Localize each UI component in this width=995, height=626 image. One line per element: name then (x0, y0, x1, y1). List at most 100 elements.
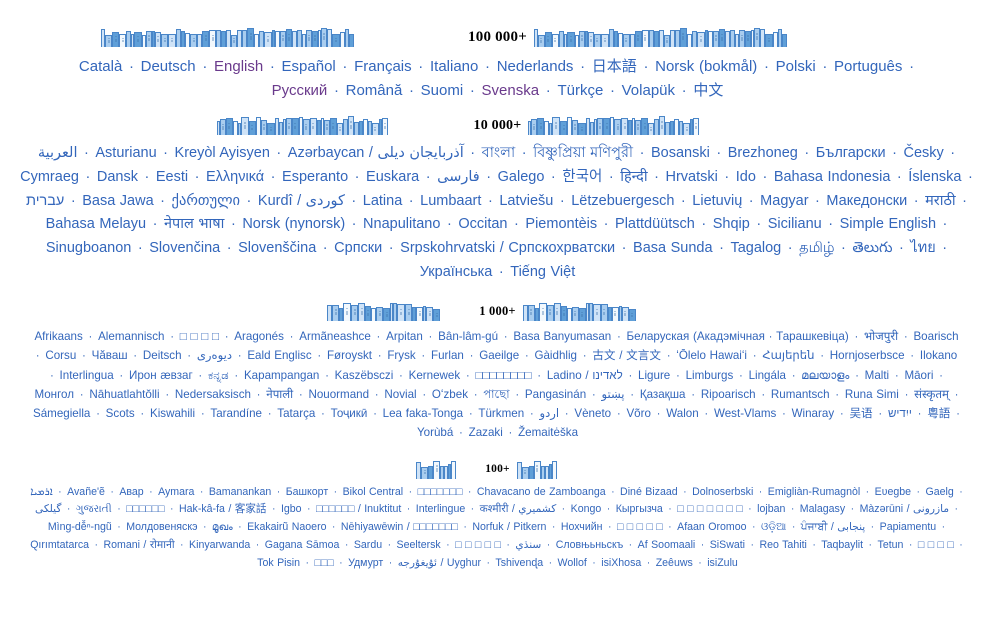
language-link[interactable]: Nēhiyawēwin / □□□□□□□ (341, 521, 458, 533)
language-link[interactable]: Italiano (430, 58, 478, 75)
language-link[interactable]: Yorùbá (417, 426, 453, 439)
language-link[interactable]: Chavacano de Zamboanga (477, 486, 606, 498)
language-link[interactable]: Igbo (281, 503, 302, 515)
language-link[interactable]: isiXhosa (601, 557, 641, 569)
language-link[interactable]: Vèneto (574, 407, 611, 420)
language-link[interactable]: West-Vlams (714, 407, 776, 420)
language-link[interactable]: Emigliàn-Rumagnòl (768, 486, 860, 498)
language-link[interactable]: Türkmen (478, 407, 524, 420)
language-link[interactable]: Ελληνικά (206, 169, 264, 185)
language-link[interactable]: العربية (38, 145, 78, 161)
language-link[interactable]: বাংলা (482, 145, 516, 161)
language-link[interactable]: Gaeilge (479, 349, 519, 362)
language-link[interactable]: Тоҷикӣ (331, 407, 368, 420)
language-link[interactable]: Kapampangan (244, 369, 319, 382)
language-link[interactable]: Svenska (482, 82, 540, 99)
language-link[interactable]: Bahasa Indonesia (774, 169, 891, 185)
language-link[interactable]: Võro (626, 407, 651, 420)
language-link[interactable]: Srpskohrvatski / Српскохрватски (400, 240, 615, 256)
language-link[interactable]: Български (816, 145, 886, 161)
language-link[interactable]: 日本語 (592, 58, 637, 75)
language-link[interactable]: Boarisch (913, 330, 958, 343)
language-link[interactable]: Español (282, 58, 336, 75)
language-link[interactable]: □ □ □ □ □ □ □ (677, 503, 742, 515)
language-link[interactable]: Euskara (366, 169, 419, 185)
language-link[interactable]: Ekakairũ Naoero (247, 521, 326, 533)
language-link[interactable]: Armãneashce (299, 330, 371, 343)
language-link[interactable]: Afaan Oromoo (677, 521, 746, 533)
language-link[interactable]: Hak-kâ-fa / 客家話 (179, 503, 267, 515)
language-link[interactable]: Limburgs (686, 369, 734, 382)
language-link[interactable]: Հայերեն (762, 349, 814, 362)
language-link[interactable]: Màzərūni / مازرونی (860, 503, 949, 515)
language-link[interactable]: தமிழ் (799, 240, 834, 256)
language-link[interactable]: Azərbaycan / آذربایجان دیلی (288, 145, 464, 161)
language-link[interactable]: नेपाल भाषा (164, 216, 224, 232)
language-link[interactable]: Cymraeg (20, 169, 79, 185)
language-link[interactable]: Ladino / לאדינו (547, 369, 623, 382)
language-link[interactable]: Interlingua (60, 369, 114, 382)
language-link[interactable]: Eesti (156, 169, 188, 185)
language-link[interactable]: Basa Banyumasan (513, 330, 611, 343)
language-link[interactable]: Чӑваш (92, 349, 128, 362)
language-link[interactable]: Scots (106, 407, 135, 420)
language-link[interactable]: Hornjoserbsce (830, 349, 905, 362)
language-link[interactable]: Aymara (158, 486, 194, 498)
language-link[interactable]: Qırımtatarca (30, 539, 89, 551)
language-link[interactable]: Kongo (571, 503, 602, 515)
language-link[interactable]: Кыргызча (616, 503, 663, 515)
language-link[interactable]: □□□ (314, 557, 333, 569)
language-link[interactable]: Norsk (nynorsk) (242, 216, 345, 232)
language-link[interactable]: Беларуская (Акадэмічная · Тарашкевіца) (627, 330, 849, 343)
language-link[interactable]: Ido (736, 169, 756, 185)
language-link[interactable]: □ □ □ □ □ (617, 521, 663, 533)
language-link[interactable]: Română (346, 82, 403, 99)
language-link[interactable]: اردو (539, 407, 559, 420)
language-link[interactable]: Lumbaart (420, 193, 481, 209)
language-link[interactable]: संस्कृतम् (914, 388, 949, 401)
language-link[interactable]: Polski (776, 58, 816, 75)
language-link[interactable]: Ligure (638, 369, 670, 382)
language-link[interactable]: Ripoarisch (701, 388, 756, 401)
language-link[interactable]: Македонски (826, 193, 907, 209)
language-link[interactable]: Hrvatski (665, 169, 717, 185)
language-link[interactable]: Eald Englisc (247, 349, 311, 362)
language-link[interactable]: Монгол (34, 388, 74, 401)
language-link[interactable]: Zazaki (469, 426, 503, 439)
language-link[interactable]: Aragonés (234, 330, 284, 343)
language-link[interactable]: Furlan (431, 349, 464, 362)
language-link[interactable]: Bahasa Melayu (46, 216, 146, 232)
language-link[interactable]: বিষ্ণুপ্রিয়া মণিপুরী (533, 145, 633, 161)
language-link[interactable]: فارسی (437, 169, 480, 185)
language-link[interactable]: Wollof (558, 557, 587, 569)
language-link[interactable]: Русский (272, 82, 328, 99)
language-link[interactable]: isiZulu (707, 557, 738, 569)
language-link[interactable]: മലയാളം (801, 369, 849, 382)
language-link[interactable]: ʻŌlelo Hawaiʻi (676, 349, 747, 362)
language-link[interactable]: Taqbaylit (821, 539, 863, 551)
language-link[interactable]: Gàidhlig (534, 349, 577, 362)
language-link[interactable]: Latviešu (499, 193, 553, 209)
language-link[interactable]: Башкорт (286, 486, 329, 498)
language-link[interactable]: ไทย (910, 240, 935, 256)
language-link[interactable]: Удмурт (348, 557, 383, 569)
language-link[interactable]: Sicilianu (768, 216, 822, 232)
language-link[interactable]: Молдовеняскэ (126, 521, 197, 533)
language-link[interactable]: Kiswahili (150, 407, 195, 420)
language-link[interactable]: Asturianu (95, 145, 156, 161)
language-link[interactable]: 粵語 (927, 407, 950, 420)
language-link[interactable]: Dolnoserbski (692, 486, 753, 498)
language-link[interactable]: পাছো (483, 388, 509, 401)
language-link[interactable]: Piemontèis (525, 216, 597, 232)
language-link[interactable]: گیلکی (35, 503, 61, 515)
language-link[interactable]: Lietuvių (692, 193, 742, 209)
language-link[interactable]: Rumantsch (771, 388, 830, 401)
language-link[interactable]: سنڌي (515, 539, 541, 551)
language-link[interactable]: Íslenska (908, 169, 961, 185)
language-link[interactable]: Arpitan (386, 330, 423, 343)
language-link[interactable]: Slovenščina (238, 240, 316, 256)
language-link[interactable]: Tagalog (730, 240, 781, 256)
language-link[interactable]: Kaszëbsczi (335, 369, 394, 382)
language-link[interactable]: Lëtzebuergesch (571, 193, 674, 209)
language-link[interactable]: Français (354, 58, 412, 75)
